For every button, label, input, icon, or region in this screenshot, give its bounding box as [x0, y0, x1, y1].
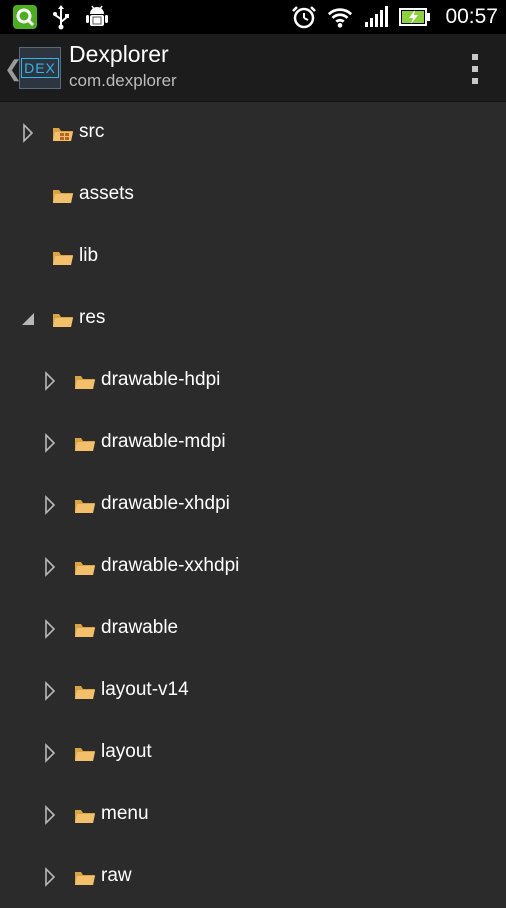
collapsed-arrow-icon[interactable] — [42, 618, 58, 640]
tree-item-label: drawable-xxhdpi — [101, 555, 240, 576]
alarm-clock-icon — [291, 4, 317, 30]
folder-icon — [74, 436, 96, 452]
status-bar: 00:57 — [0, 0, 506, 34]
tree-item-drawable[interactable]: drawable — [0, 598, 506, 660]
folder-icon — [74, 560, 96, 576]
expanded-arrow-icon[interactable] — [20, 308, 36, 330]
tree-item-label: menu — [101, 803, 149, 824]
quicklook-app-icon — [12, 4, 38, 30]
app-title: Dexplorer — [69, 41, 169, 67]
collapsed-arrow-icon[interactable] — [42, 432, 58, 454]
folder-icon — [74, 374, 96, 390]
folder-icon — [74, 498, 96, 514]
collapsed-arrow-icon[interactable] — [42, 556, 58, 578]
collapsed-arrow-icon[interactable] — [42, 804, 58, 826]
file-tree: src assets lib res drawable-hdpi drawable-mdp… — [0, 102, 506, 908]
app-logo-text: DEX — [21, 58, 59, 78]
collapsed-arrow-icon[interactable] — [42, 680, 58, 702]
usb-icon — [48, 4, 74, 30]
tree-item-layout-v14[interactable]: layout-v14 — [0, 660, 506, 722]
tree-item-drawable-xxhdpi[interactable]: drawable-xxhdpi — [0, 536, 506, 598]
folder-icon — [52, 312, 74, 328]
folder-icon — [52, 250, 74, 266]
folder-icon — [52, 188, 74, 204]
action-bar: ❮ DEX Dexplorer com.dexplorer — [0, 34, 506, 102]
folder-icon — [74, 684, 96, 700]
package-folder-icon — [52, 126, 74, 142]
overflow-menu-icon[interactable] — [472, 54, 480, 84]
tree-item-label: layout — [101, 741, 152, 762]
tree-item-label: assets — [79, 183, 134, 204]
tree-item-label: res — [79, 307, 106, 328]
tree-item-label: layout-v14 — [101, 679, 189, 700]
tree-item-menu[interactable]: menu — [0, 784, 506, 846]
collapsed-arrow-icon[interactable] — [42, 866, 58, 888]
folder-icon — [74, 622, 96, 638]
tree-item-label: drawable-hdpi — [101, 369, 221, 390]
tree-item-drawable-mdpi[interactable]: drawable-mdpi — [0, 412, 506, 474]
collapsed-arrow-icon[interactable] — [42, 742, 58, 764]
tree-item-label: raw — [101, 865, 132, 886]
folder-icon — [74, 870, 96, 886]
collapsed-arrow-icon[interactable] — [42, 494, 58, 516]
wifi-icon — [327, 4, 353, 30]
tree-item-layout[interactable]: layout — [0, 722, 506, 784]
tree-item-label: lib — [79, 245, 99, 266]
tree-item-label: src — [79, 121, 105, 142]
tree-item-lib[interactable]: lib — [0, 226, 506, 288]
folder-icon — [74, 746, 96, 762]
app-logo[interactable]: DEX — [19, 47, 61, 89]
tree-item-raw[interactable]: raw — [0, 846, 506, 908]
tree-item-drawable-hdpi[interactable]: drawable-hdpi — [0, 350, 506, 412]
collapsed-arrow-icon[interactable] — [20, 122, 36, 144]
signal-icon — [363, 4, 389, 30]
battery-charging-icon — [399, 4, 431, 30]
app-subtitle: com.dexplorer — [69, 71, 177, 90]
tree-item-label: drawable-mdpi — [101, 431, 226, 452]
tree-item-src[interactable]: src — [0, 102, 506, 164]
android-debug-icon — [84, 4, 110, 30]
tree-item-drawable-xhdpi[interactable]: drawable-xhdpi — [0, 474, 506, 536]
clock-time: 00:57 — [445, 5, 498, 28]
tree-item-res[interactable]: res — [0, 288, 506, 350]
tree-item-label: drawable — [101, 617, 179, 638]
folder-icon — [74, 808, 96, 824]
tree-item-label: drawable-xhdpi — [101, 493, 230, 514]
tree-item-assets[interactable]: assets — [0, 164, 506, 226]
collapsed-arrow-icon[interactable] — [42, 370, 58, 392]
